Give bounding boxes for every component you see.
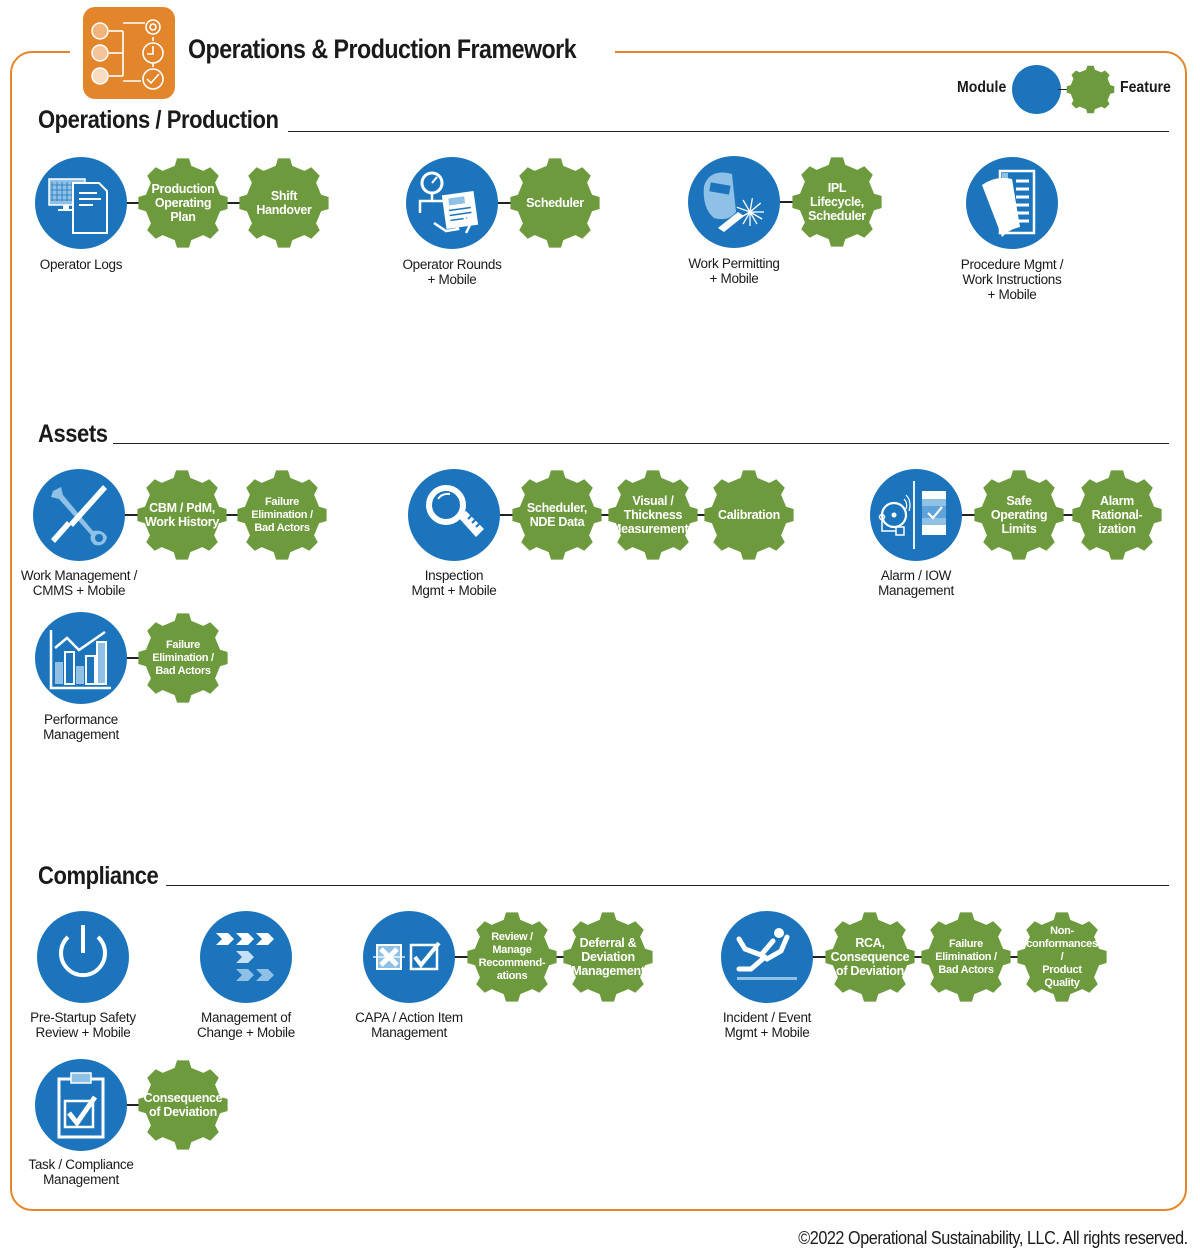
feature-label: Shift Handover (256, 189, 312, 217)
module-label: Work Management / CMMS + Mobile (20, 568, 138, 598)
module-monitor-document[interactable] (35, 157, 127, 249)
feature-gear[interactable]: IPL Lifecycle, Scheduler (791, 156, 883, 248)
feature-gear[interactable]: Failure Elimination / Bad Actors (137, 612, 229, 704)
procedure-pages-icon (982, 169, 1036, 237)
chevron-flow-icon (216, 933, 274, 981)
legend: Module Feature (950, 65, 1180, 115)
feature-gear[interactable]: Scheduler, NDE Data (511, 469, 603, 561)
feature-label: Visual / Thickness Measurements (611, 494, 695, 536)
legend-feature-swatch (1066, 65, 1115, 114)
section-title-assets: Assets (38, 420, 108, 448)
page-title: Operations & Production Framework (188, 34, 577, 64)
module-wrench-screwdriver[interactable] (33, 469, 125, 561)
copyright: ©2022 Operational Sustainability, LLC. A… (798, 1228, 1189, 1248)
feature-gear[interactable]: Scheduler (509, 157, 601, 249)
feature-gear[interactable]: Review / Manage Recommend- ations (466, 911, 558, 1003)
module-clipboard-check[interactable] (35, 1059, 127, 1151)
power-icon (59, 925, 107, 978)
module-bar-chart[interactable] (35, 612, 127, 704)
module-magnifier[interactable] (408, 469, 500, 561)
feature-gear[interactable]: RCA, Consequence of Deviation (824, 911, 916, 1003)
welding-mask-icon (703, 172, 764, 232)
wrench-screwdriver-icon (51, 485, 107, 546)
feature-gear[interactable]: Failure Elimination / Bad Actors (920, 911, 1012, 1003)
clipboard-check-icon (57, 1072, 105, 1139)
module-label: Management of Change + Mobile (197, 1010, 295, 1040)
feature-label: Calibration (718, 508, 780, 522)
module-label: Operator Logs (39, 257, 123, 272)
feature-gear[interactable]: Consequence of Deviation (137, 1059, 229, 1151)
feature-label: Scheduler (526, 196, 584, 210)
legend-feature-label: Feature (1120, 79, 1171, 96)
feature-label: CBM / PdM, Work History (145, 501, 219, 529)
module-falling-person[interactable] (721, 911, 813, 1003)
module-label: Task / Compliance Management (28, 1157, 134, 1187)
feature-gear[interactable]: Production Operating Plan (137, 157, 229, 249)
feature-gear[interactable]: CBM / PdM, Work History (136, 469, 228, 561)
module-chevron-flow[interactable] (200, 911, 292, 1003)
feature-gear[interactable]: Calibration (703, 469, 795, 561)
bar-chart-icon (49, 630, 111, 690)
section-title-operations: Operations / Production (38, 106, 279, 134)
feature-gear[interactable]: Non- conformances / Product Quality (1016, 911, 1108, 1003)
module-welding-mask[interactable] (688, 156, 780, 248)
legend-module-swatch (1012, 65, 1061, 114)
module-alarm-bell-checklist[interactable] (870, 469, 962, 561)
feature-label: RCA, Consequence of Deviation (830, 936, 910, 978)
feature-gear[interactable]: Deferral & Deviation Management (562, 911, 654, 1003)
feature-label: Production Operating Plan (151, 182, 215, 224)
magnifier-icon (426, 485, 484, 537)
feature-label: Failure Elimination / Bad Actors (152, 638, 214, 677)
checkbox-x-check-icon (373, 941, 441, 971)
feature-label: IPL Lifecycle, Scheduler (808, 181, 866, 223)
module-checkbox-x-check[interactable] (363, 911, 455, 1003)
feature-label: Scheduler, NDE Data (526, 501, 588, 529)
module-power[interactable] (37, 911, 129, 1003)
module-label: Operator Rounds + Mobile (402, 257, 502, 287)
module-label: CAPA / Action Item Management (355, 1010, 463, 1040)
feature-label: Non- conformances / Product Quality (1026, 924, 1098, 989)
module-procedure-pages[interactable] (966, 157, 1058, 249)
module-gauge-tablet[interactable] (406, 157, 498, 249)
gauge-tablet-icon (418, 171, 479, 234)
feature-label: Review / Manage Recommend- ations (478, 931, 546, 982)
section-rule (288, 131, 1169, 132)
feature-gear[interactable]: Visual / Thickness Measurements (607, 469, 699, 561)
feature-label: Safe Operating Limits (990, 494, 1048, 536)
feature-gear[interactable]: Failure Elimination / Bad Actors (236, 469, 328, 561)
module-label: Inspection Mgmt + Mobile (411, 568, 497, 598)
module-label: Work Permitting + Mobile (688, 256, 780, 286)
section-rule (166, 885, 1169, 886)
alarm-bell-checklist-icon (878, 481, 946, 549)
module-label: Incident / Event Mgmt + Mobile (722, 1010, 812, 1040)
module-label: Procedure Mgmt / Work Instructions + Mob… (960, 257, 1064, 302)
monitor-document-icon (48, 178, 108, 234)
framework-logo-icon (83, 7, 175, 99)
feature-label: Alarm Rational- ization (1091, 494, 1143, 536)
feature-gear[interactable]: Safe Operating Limits (973, 469, 1065, 561)
section-rule (113, 443, 1169, 444)
feature-label: Failure Elimination / Bad Actors (251, 495, 313, 534)
module-label: Pre-Startup Safety Review + Mobile (30, 1010, 136, 1040)
module-label: Alarm / IOW Management (878, 568, 954, 598)
feature-label: Failure Elimination / Bad Actors (935, 937, 997, 976)
falling-person-icon (736, 928, 797, 980)
feature-label: Deferral & Deviation Management (571, 936, 645, 978)
module-label: Performance Management (43, 712, 119, 742)
feature-gear[interactable]: Shift Handover (238, 157, 330, 249)
feature-label: Consequence of Deviation (143, 1091, 223, 1119)
section-title-compliance: Compliance (38, 862, 159, 890)
legend-module-label: Module (957, 79, 1007, 96)
feature-gear[interactable]: Alarm Rational- ization (1071, 469, 1163, 561)
